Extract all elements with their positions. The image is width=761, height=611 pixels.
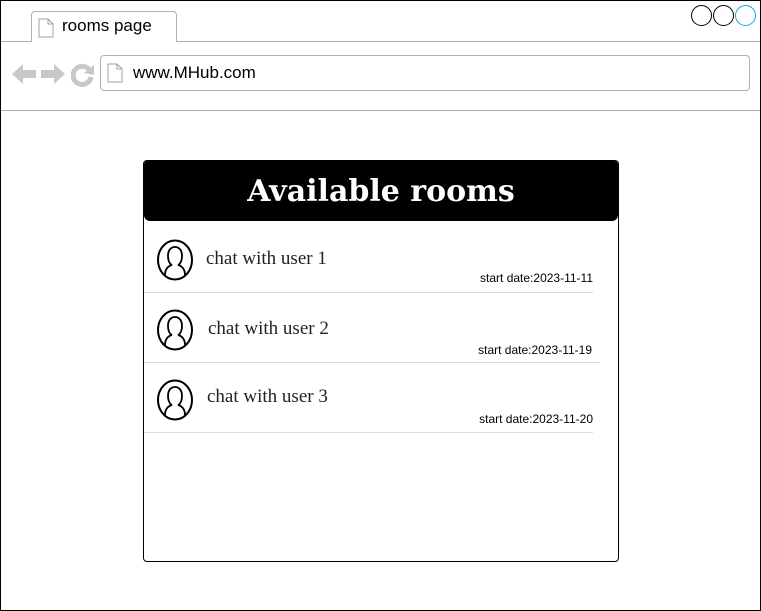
user-avatar-icon — [156, 379, 194, 426]
room-start-date: start date:2023-11-20 — [479, 412, 593, 426]
start-date-value: 2023-11-19 — [531, 343, 593, 357]
rooms-title: Available rooms — [247, 173, 515, 209]
room-item[interactable]: chat with user 1 start date:2023-11-11 — [144, 222, 593, 293]
room-name: chat with user 3 — [207, 386, 328, 407]
start-date-label: start date: — [479, 412, 533, 426]
user-avatar-icon — [156, 309, 194, 356]
restore-button[interactable] — [713, 5, 734, 26]
start-date-value: 2023-11-11 — [533, 271, 593, 285]
room-name: chat with user 1 — [206, 248, 327, 269]
navigation-bar: www.MHub.com — [1, 42, 760, 111]
room-start-date: start date:2023-11-11 — [480, 271, 593, 285]
rooms-header: Available rooms — [144, 161, 618, 221]
room-start-date: start date:2023-11-19 — [478, 343, 592, 357]
start-date-label: start date: — [480, 271, 534, 285]
reload-icon[interactable] — [70, 63, 95, 92]
minimize-button[interactable] — [691, 5, 712, 26]
start-date-value: 2023-11-20 — [532, 412, 594, 426]
tab-strip: rooms page — [1, 1, 760, 42]
back-arrow-icon[interactable] — [11, 63, 37, 90]
room-name: chat with user 2 — [208, 318, 329, 339]
room-item[interactable]: chat with user 3 start date:2023-11-20 — [144, 362, 593, 433]
room-item[interactable]: chat with user 2 start date:2023-11-19 — [144, 292, 600, 363]
document-icon — [38, 18, 54, 43]
rooms-panel: Available rooms chat with user 1 start d… — [143, 160, 619, 562]
maximize-button[interactable] — [735, 5, 756, 26]
forward-arrow-icon[interactable] — [40, 63, 66, 90]
browser-window: rooms page www.MHub.com Available rooms … — [0, 0, 761, 611]
user-avatar-icon — [156, 239, 194, 286]
browser-tab[interactable]: rooms page — [31, 11, 177, 42]
address-text: www.MHub.com — [133, 63, 256, 82]
document-icon — [107, 63, 123, 88]
tab-title: rooms page — [62, 16, 152, 35]
start-date-label: start date: — [478, 343, 532, 357]
window-controls — [691, 5, 756, 26]
address-bar[interactable]: www.MHub.com — [100, 55, 750, 91]
